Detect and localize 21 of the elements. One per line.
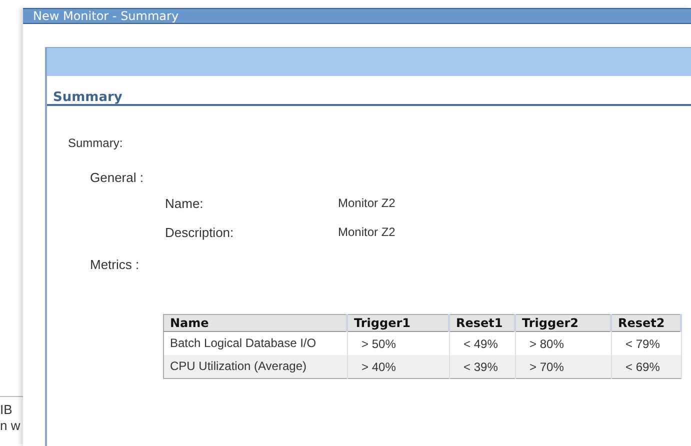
column-header: Reset2 — [611, 314, 681, 332]
table-cell: > 70% — [515, 355, 611, 378]
table-cell: CPU Utilization (Average) — [164, 355, 347, 378]
table-cell: < 69% — [611, 355, 681, 378]
column-header: Reset1 — [449, 314, 515, 332]
field-label: Name: — [165, 196, 204, 211]
background-text: n w — [0, 418, 22, 434]
field-value: Monitor Z2 — [338, 196, 396, 211]
background-text: IB — [0, 402, 14, 418]
field-value: Monitor Z2 — [338, 225, 396, 240]
table-cell: > 40% — [347, 355, 449, 378]
column-header: Trigger1 — [347, 314, 449, 332]
section-heading: Summary — [53, 90, 122, 105]
general-label: General : — [90, 170, 144, 185]
column-header: Trigger2 — [515, 314, 611, 332]
field-label: Description: — [165, 225, 235, 240]
summary-label: Summary: — [68, 136, 123, 150]
window-title: New Monitor - Summary — [33, 9, 179, 23]
table-cell: < 39% — [449, 355, 515, 378]
column-header: Name — [164, 314, 347, 332]
metrics-label: Metrics : — [90, 257, 140, 272]
